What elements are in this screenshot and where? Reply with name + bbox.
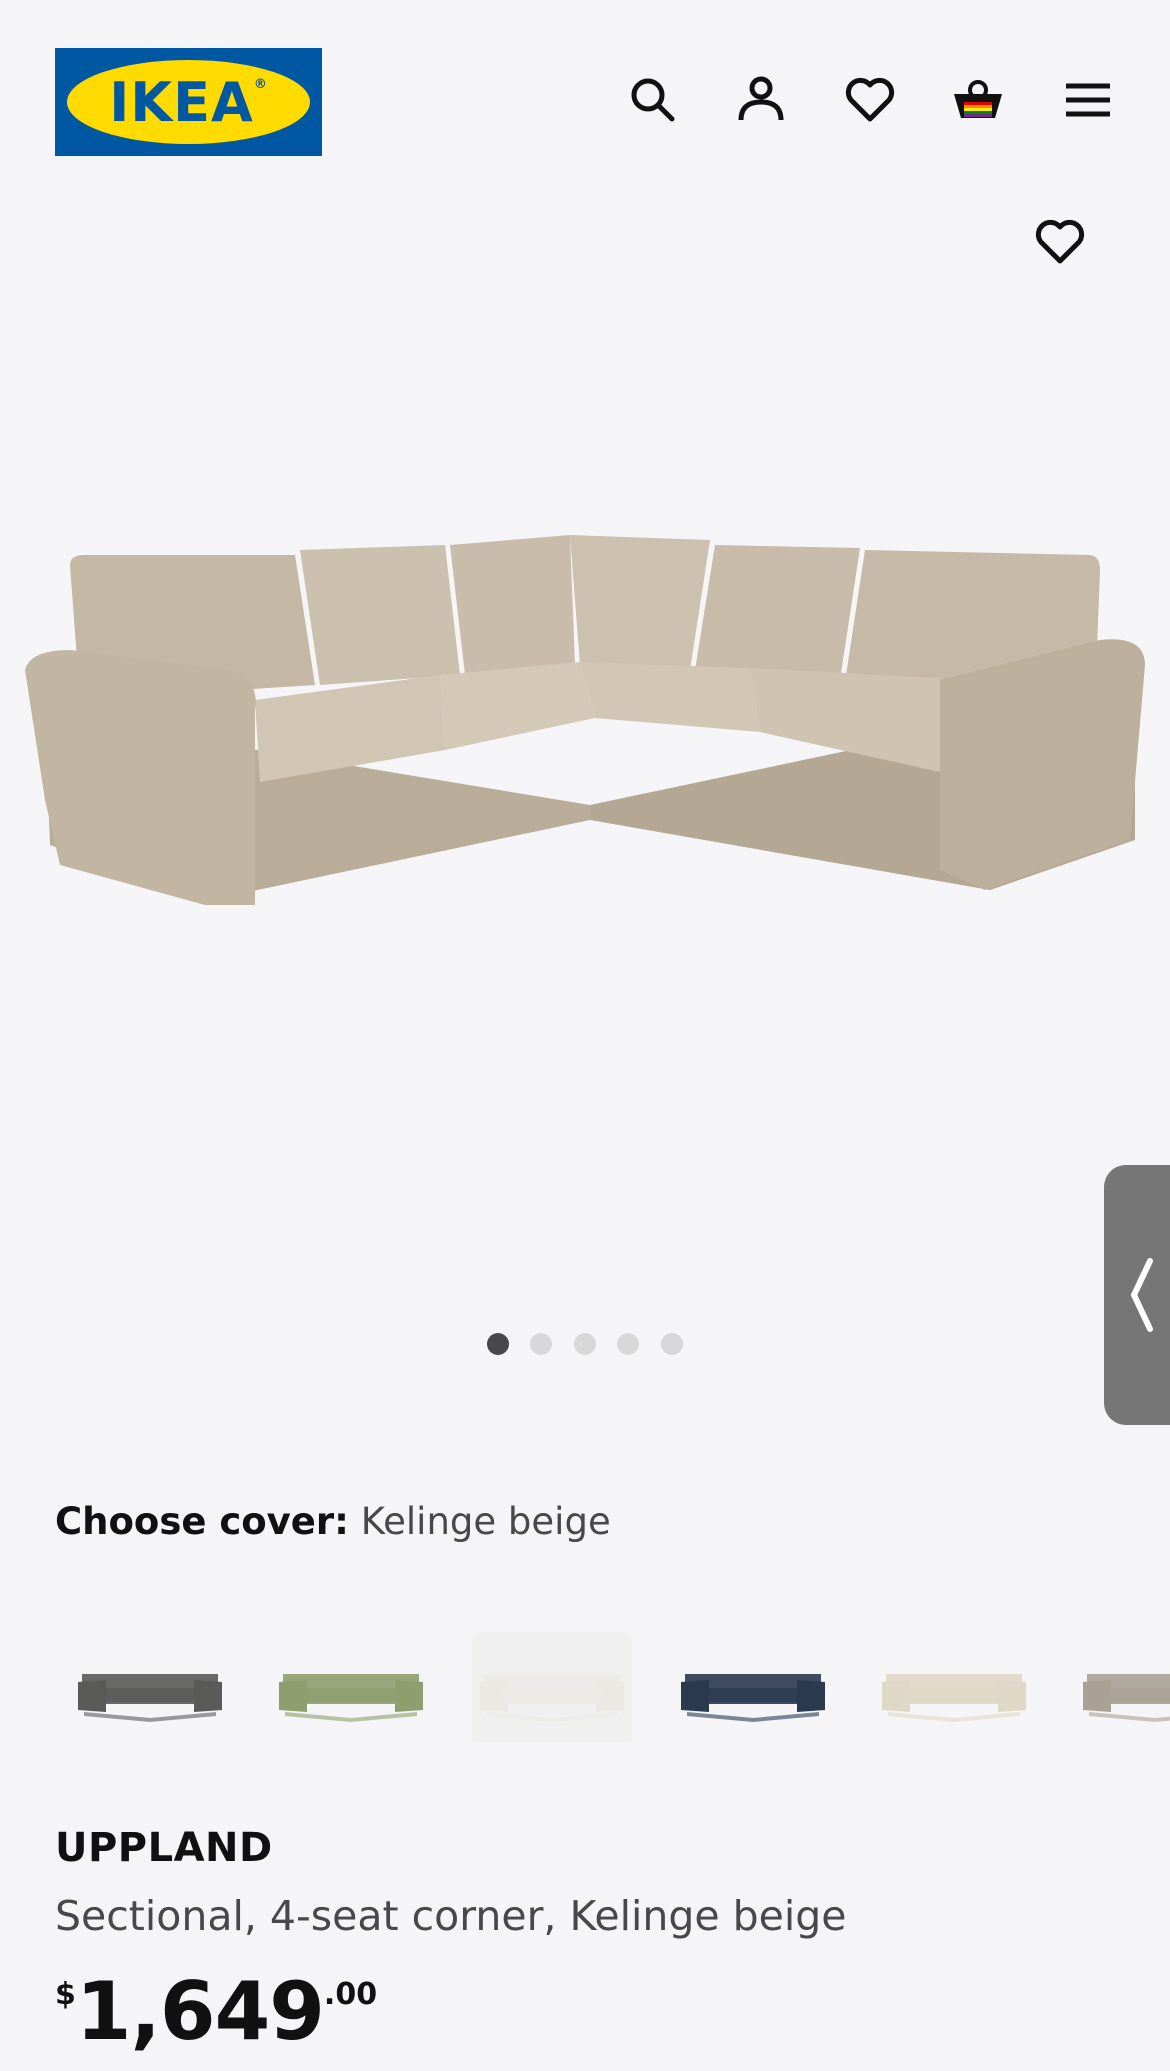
gallery-dot[interactable] <box>530 1333 552 1355</box>
price-decimal: .00 <box>323 1977 378 2012</box>
side-panel-toggle[interactable] <box>1104 1165 1170 1425</box>
product-name: UPPLAND <box>55 1825 273 1871</box>
cover-selector-label: Choose cover: Kelinge beige <box>55 1500 611 1543</box>
cover-swatch-white[interactable] <box>472 1632 632 1742</box>
product-image[interactable] <box>0 500 1170 920</box>
account-icon[interactable] <box>733 72 789 128</box>
ikea-logo[interactable]: IKEA® <box>55 48 322 156</box>
cover-value: Kelinge beige <box>360 1500 611 1543</box>
cover-swatch-dark-grey[interactable] <box>70 1632 230 1742</box>
logo-text: IKEA® <box>109 71 268 134</box>
gallery-dot[interactable] <box>617 1333 639 1355</box>
product-description: Sectional, 4-seat corner, Kelinge beige <box>55 1892 847 1940</box>
header: IKEA® <box>0 0 1170 170</box>
product-price: $1,649.00 <box>55 1965 377 2058</box>
cover-swatch-green[interactable] <box>271 1632 431 1742</box>
price-currency: $ <box>55 1977 76 2012</box>
menu-icon[interactable] <box>1060 72 1116 128</box>
gallery-dot[interactable] <box>661 1333 683 1355</box>
cover-swatch-beige[interactable] <box>1075 1632 1170 1742</box>
search-icon[interactable] <box>625 72 681 128</box>
cover-swatch-dark-blue[interactable] <box>673 1632 833 1742</box>
gallery-dot[interactable] <box>574 1333 596 1355</box>
cover-label: Choose cover: <box>55 1500 349 1543</box>
gallery-dot[interactable] <box>487 1333 509 1355</box>
price-integer: 1,649 <box>75 1965 325 2058</box>
save-to-favorites-icon[interactable] <box>1032 214 1088 270</box>
chevron-left-icon <box>1130 1258 1153 1332</box>
heart-icon[interactable] <box>842 72 898 128</box>
cover-swatch-light-beige[interactable] <box>874 1632 1034 1742</box>
cart-icon[interactable] <box>950 72 1006 128</box>
